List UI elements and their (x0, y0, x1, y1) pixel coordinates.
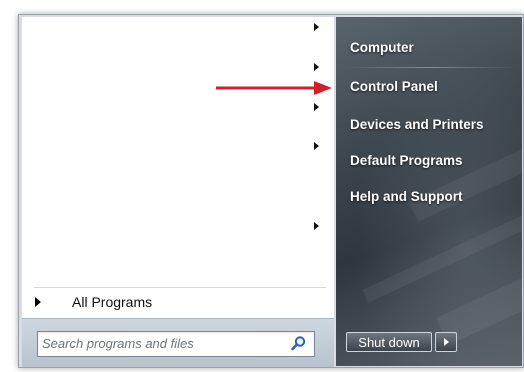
arrow-right-icon (216, 81, 332, 95)
search-icon[interactable] (290, 335, 307, 352)
jumplist-arrow-icon[interactable] (314, 63, 319, 71)
jumplist-arrow-icon[interactable] (314, 103, 319, 111)
jumplist-arrow-icon[interactable] (314, 142, 319, 150)
jumplist-arrow-icon[interactable] (314, 222, 319, 230)
control-panel-link[interactable]: Control Panel (350, 79, 438, 94)
glass-streak (408, 134, 522, 222)
all-programs-button[interactable]: All Programs (28, 290, 328, 314)
jumplist-arrow-icon[interactable] (314, 23, 319, 31)
places-separator (346, 67, 514, 68)
search-box[interactable] (37, 331, 315, 357)
help-and-support-link[interactable]: Help and Support (350, 189, 463, 204)
shut-down-options-button[interactable] (435, 332, 457, 352)
devices-and-printers-link[interactable]: Devices and Printers (350, 117, 484, 132)
start-menu: All Programs Computer Control Panel Devi… (0, 0, 524, 372)
places-panel: Computer Control Panel Devices and Print… (336, 17, 522, 366)
computer-link[interactable]: Computer (350, 40, 414, 55)
all-programs-label: All Programs (72, 294, 153, 310)
programs-panel (22, 17, 334, 327)
chevron-right-icon (35, 297, 41, 307)
programs-divider (34, 287, 326, 288)
shut-down-button[interactable]: Shut down (346, 332, 432, 352)
search-input[interactable] (42, 332, 282, 354)
chevron-right-icon (444, 338, 449, 346)
default-programs-link[interactable]: Default Programs (350, 153, 463, 168)
